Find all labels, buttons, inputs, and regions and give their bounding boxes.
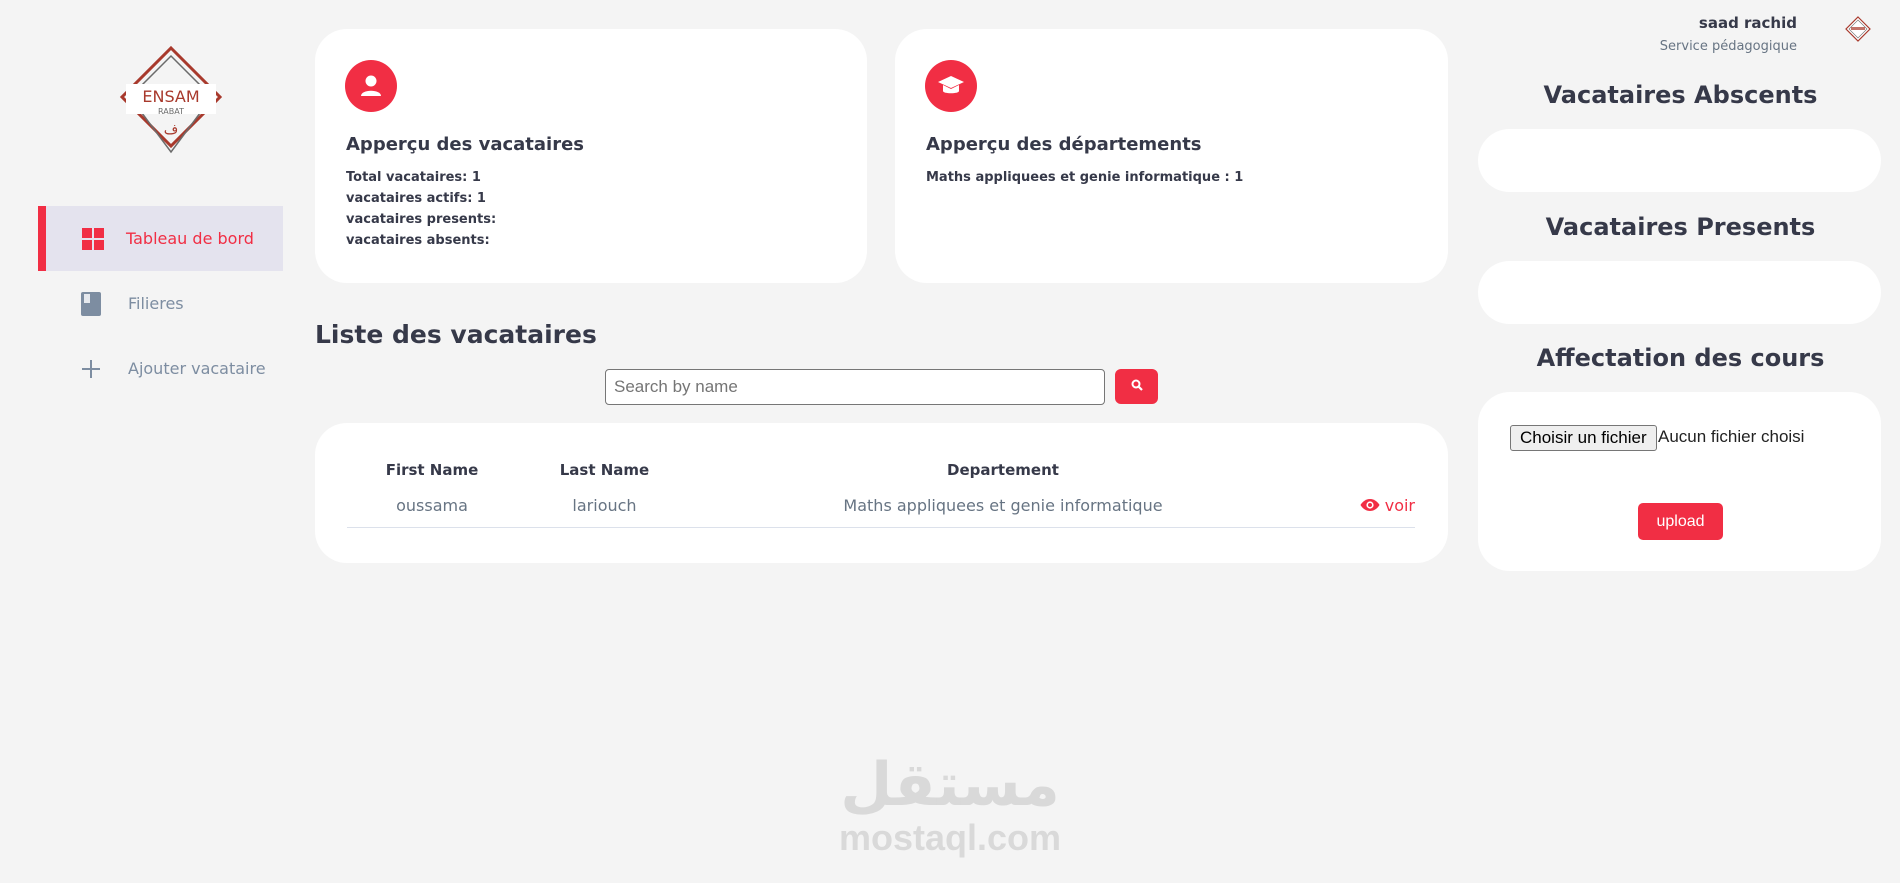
- svg-text:ENSAM: ENSAM: [142, 87, 199, 106]
- column-header-departement: Departement: [947, 461, 1059, 479]
- column-header-action: [1314, 455, 1415, 485]
- search-input[interactable]: [605, 369, 1105, 405]
- stat-total: Total vacataires: 1: [346, 170, 481, 185]
- cell-last-name: lariouch: [517, 485, 692, 528]
- svg-text:ف: ف: [164, 122, 179, 138]
- watermark: مستقل mostaql.com: [835, 750, 1065, 856]
- user-name: saad rachid: [1698, 14, 1797, 32]
- vacataires-stats: Total vacataires: 1 vacataires actifs: 1…: [346, 167, 496, 251]
- absent-list: [1478, 129, 1881, 192]
- svg-text:RABAT: RABAT: [158, 107, 184, 116]
- user-role: Service pédagogique: [1659, 39, 1797, 54]
- stat-departement: Maths appliquees et genie informatique :…: [926, 170, 1244, 185]
- absent-title: Vacataires Abscents: [1543, 81, 1818, 109]
- vacataires-overview-card: Apperçu des vacataires Total vacataires:…: [315, 29, 867, 283]
- watermark-latin: mostaql.com: [838, 817, 1062, 858]
- file-status: Aucun fichier choisi: [1658, 427, 1805, 446]
- stat-presents: vacataires presents:: [346, 212, 497, 227]
- affectation-title: Affectation des cours: [1536, 344, 1825, 372]
- plus-icon: [78, 356, 104, 382]
- card-title: Apperçu des vacataires: [346, 134, 585, 155]
- cell-first-name: oussama: [347, 485, 517, 528]
- present-list: [1478, 261, 1881, 324]
- user-icon: [345, 60, 397, 112]
- search-button[interactable]: [1115, 369, 1158, 404]
- cell-departement: Maths appliquees et genie informatique: [692, 485, 1314, 528]
- sidebar: ENSAM RABAT ف Tableau de bord Filieres A…: [0, 0, 285, 883]
- column-header-last-name: Last Name: [559, 461, 650, 479]
- ensam-logo[interactable]: ENSAM RABAT ف: [118, 44, 224, 154]
- sidebar-item-ajouter-vacataire[interactable]: Ajouter vacataire: [38, 336, 283, 401]
- eye-icon: [1360, 499, 1380, 512]
- watermark-arabic: مستقل: [840, 750, 1060, 820]
- sidebar-item-filieres[interactable]: Filieres: [38, 271, 283, 336]
- table-row: oussama lariouch Maths appliquees et gen…: [347, 485, 1415, 528]
- table-header-row: First Name Last Name Departement: [347, 455, 1415, 485]
- present-title: Vacataires Presents: [1545, 213, 1816, 241]
- vacataires-table: First Name Last Name Departement oussama…: [347, 455, 1415, 528]
- sidebar-item-tableau-de-bord[interactable]: Tableau de bord: [38, 206, 283, 271]
- sidebar-item-label: Filieres: [128, 294, 184, 313]
- stat-actifs: vacataires actifs: 1: [346, 191, 486, 206]
- upload-button[interactable]: upload: [1638, 503, 1723, 540]
- grid-icon: [80, 226, 106, 252]
- sidebar-item-label: Tableau de bord: [126, 229, 254, 248]
- voir-label: voir: [1384, 496, 1415, 516]
- search-icon: [1131, 379, 1143, 394]
- choose-file-button[interactable]: Choisir un fichier: [1510, 425, 1657, 451]
- vacataires-table-card: First Name Last Name Departement oussama…: [315, 423, 1448, 563]
- avatar[interactable]: [1845, 16, 1871, 42]
- graduation-cap-icon: [925, 60, 977, 112]
- departements-overview-card: Apperçu des départements Maths appliquee…: [895, 29, 1448, 283]
- departements-stats: Maths appliquees et genie informatique :…: [926, 167, 1243, 188]
- stat-absents: vacataires absents:: [346, 233, 490, 248]
- cell-action: voir: [1314, 485, 1415, 528]
- voir-link[interactable]: voir: [1360, 496, 1415, 515]
- list-title: Liste des vacataires: [315, 320, 597, 349]
- column-header-first-name: First Name: [385, 461, 479, 479]
- card-title: Apperçu des départements: [926, 134, 1202, 155]
- affectation-card: Choisir un fichier Aucun fichier choisi …: [1478, 392, 1881, 571]
- book-icon: [78, 291, 104, 317]
- sidebar-item-label: Ajouter vacataire: [128, 359, 266, 378]
